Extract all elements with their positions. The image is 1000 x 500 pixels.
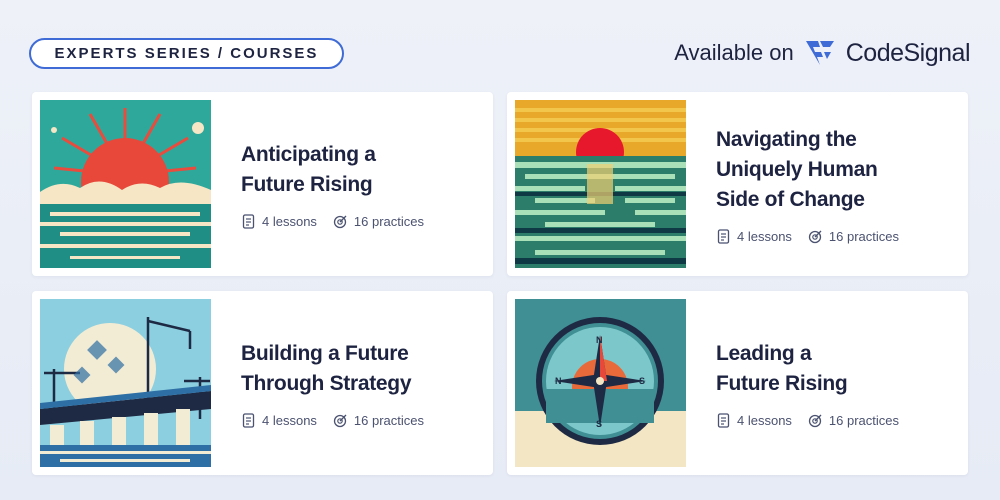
course-title[interactable]: Leading a Future Rising [716, 339, 958, 399]
bridge-construction-illustration-icon [40, 299, 211, 467]
title-line: Side of Change [716, 187, 865, 211]
title-line: Uniquely Human [716, 157, 878, 181]
lessons-count: 4 lessons [241, 214, 317, 229]
brand-name: CodeSignal [845, 38, 971, 67]
series-label: EXPERTS SERIES / COURSES [54, 45, 319, 62]
course-info: Leading a Future Rising 4 lessons 16 pra… [716, 291, 958, 475]
practices-label: 16 practices [828, 412, 900, 428]
course-thumbnail [515, 100, 686, 268]
course-thumbnail [40, 100, 211, 268]
lessons-count: 4 lessons [716, 229, 792, 244]
course-info: Navigating the Uniquely Human Side of Ch… [716, 92, 958, 276]
svg-text:S: S [596, 419, 602, 429]
course-title[interactable]: Anticipating a Future Rising [241, 140, 483, 200]
practices-count: 16 practices [333, 413, 424, 428]
target-icon [333, 414, 347, 427]
lessons-label: 4 lessons [262, 213, 317, 229]
lessons-count: 4 lessons [241, 413, 317, 428]
course-meta: 4 lessons 16 practices [241, 214, 483, 229]
practices-count: 16 practices [333, 214, 424, 229]
svg-text:N: N [596, 335, 603, 345]
lessons-label: 4 lessons [737, 228, 792, 244]
document-icon [242, 213, 255, 229]
course-title[interactable]: Navigating the Uniquely Human Side of Ch… [716, 125, 958, 215]
sunset-waves-illustration-icon [515, 100, 686, 268]
course-card[interactable]: N S N S Leading a Future Rising 4 lessons 1… [507, 291, 968, 475]
course-meta: 4 lessons 16 practices [716, 229, 958, 244]
target-icon [333, 215, 347, 228]
title-line: Through Strategy [241, 371, 412, 395]
lessons-label: 4 lessons [262, 412, 317, 428]
course-card[interactable]: Anticipating a Future Rising 4 lessons 1… [32, 92, 493, 276]
course-card[interactable]: Navigating the Uniquely Human Side of Ch… [507, 92, 968, 276]
title-line: Anticipating a [241, 142, 376, 166]
course-card[interactable]: Building a Future Through Strategy 4 les… [32, 291, 493, 475]
practices-label: 16 practices [353, 412, 425, 428]
course-thumbnail: N S N S [515, 299, 686, 467]
course-info: Building a Future Through Strategy 4 les… [241, 291, 483, 475]
available-on-text: Available on [674, 40, 794, 65]
codesignal-logo-icon [805, 41, 834, 65]
title-line: Future Rising [716, 371, 848, 395]
title-line: Building a Future [241, 341, 409, 365]
document-icon [717, 412, 730, 428]
svg-text:S: S [639, 376, 645, 386]
course-thumbnail [40, 299, 211, 467]
lessons-label: 4 lessons [737, 412, 792, 428]
title-line: Future Rising [241, 172, 373, 196]
series-badge: EXPERTS SERIES / COURSES [29, 38, 344, 69]
lessons-count: 4 lessons [716, 413, 792, 428]
compass-illustration-icon: N S N S [515, 299, 686, 467]
course-meta: 4 lessons 16 practices [241, 413, 483, 428]
practices-count: 16 practices [808, 229, 899, 244]
practices-label: 16 practices [353, 213, 425, 229]
course-info: Anticipating a Future Rising 4 lessons 1… [241, 92, 483, 276]
target-icon [808, 230, 822, 243]
title-line: Navigating the [716, 127, 857, 151]
svg-text:N: N [555, 376, 562, 386]
sun-over-sea-illustration-icon [40, 100, 211, 268]
practices-count: 16 practices [808, 413, 899, 428]
document-icon [717, 228, 730, 244]
title-line: Leading a [716, 341, 812, 365]
course-meta: 4 lessons 16 practices [716, 413, 958, 428]
course-title[interactable]: Building a Future Through Strategy [241, 339, 483, 399]
practices-label: 16 practices [828, 228, 900, 244]
document-icon [242, 412, 255, 428]
target-icon [808, 414, 822, 427]
brand-area: Available on CodeSignal [674, 36, 970, 70]
